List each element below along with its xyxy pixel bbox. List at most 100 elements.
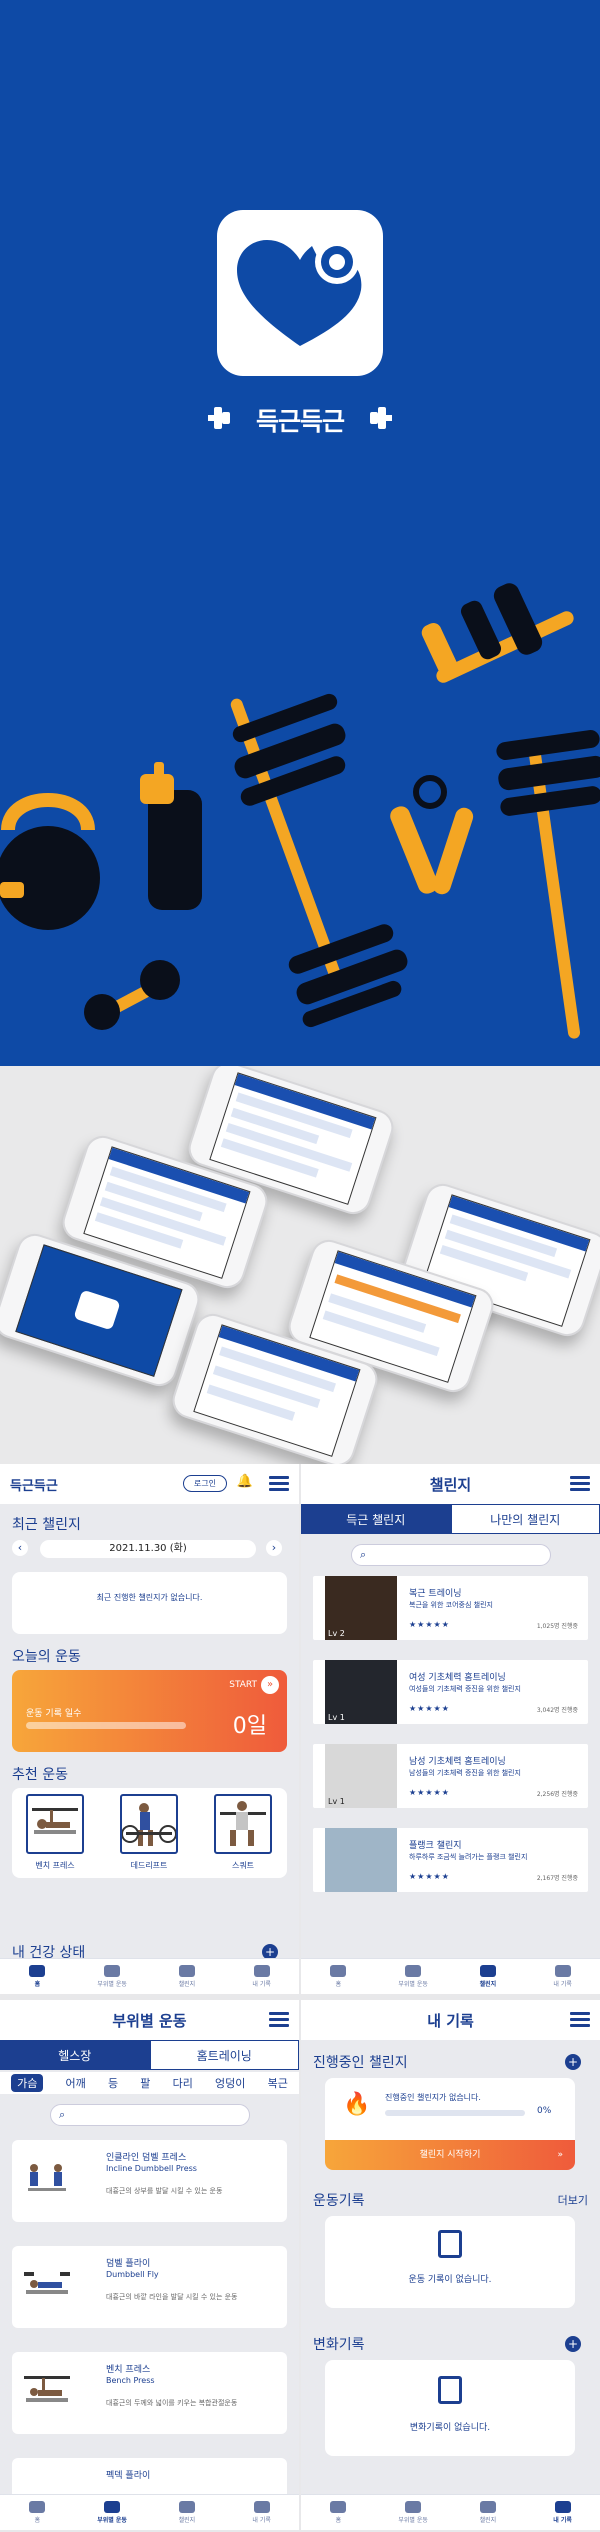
record-days-value: 0일 <box>232 1714 267 1739</box>
part-tab[interactable]: 팔 <box>140 2075 150 2091</box>
dumbbell-icon <box>104 1965 121 1977</box>
dumbbell-fly-figure-icon <box>24 2272 70 2294</box>
app-logo: 득근득근 <box>208 396 392 440</box>
exercise-screen: 부위별 운동 헬스장 홈트레이닝 가슴 어깨 등 팔 다리 엉덩이 복근 ⌕ 인… <box>0 2000 299 2530</box>
no-progress-text: 진행중인 챌린지가 없습니다. <box>385 2093 481 2102</box>
running-icon <box>479 2501 496 2513</box>
part-tab[interactable]: 가슴 <box>11 2074 44 2092</box>
exercise-row[interactable]: 벤치 프레스 Bench Press 대흉근의 두께와 넓이를 키우는 복합관절… <box>12 2352 287 2434</box>
recent-challenge-title: 최근 챌린지 <box>12 1517 81 1533</box>
clipboard-icon <box>253 1965 270 1977</box>
today-exercise-title: 오늘의 운동 <box>12 1649 81 1665</box>
challenge-row[interactable]: Lv 2 복근 트레이닝 복근을 위한 코어중심 챌린지 ★★★★★ 1,025… <box>313 1576 588 1640</box>
start-challenge-button[interactable]: 챌린지 시작하기 » <box>325 2140 575 2170</box>
challenge-row[interactable]: Lv 1 남성 기초체력 홈트레이닝 남성들의 기초체력 증진을 위한 챌린지 … <box>313 1744 588 1808</box>
menu-icon[interactable] <box>570 1476 590 1492</box>
tab-my-challenge[interactable]: 나만의 챌린지 <box>450 1504 600 1534</box>
nav-exercise[interactable]: 부위별 운동 <box>75 2495 150 2530</box>
nav-exercise[interactable]: 부위별 운동 <box>75 1959 150 1994</box>
participant-count: 2,256명 진행중 <box>536 1791 578 1798</box>
add-challenge-icon[interactable]: + <box>565 2054 581 2070</box>
search-input[interactable]: ⌕ <box>50 2104 250 2126</box>
part-tab[interactable]: 다리 <box>173 2075 193 2091</box>
nav-records[interactable]: 내 기록 <box>525 1959 600 1994</box>
menu-icon[interactable] <box>269 1476 289 1492</box>
change-record-title: 변화기록 <box>313 2337 365 2353</box>
rating-stars: ★★★★★ <box>409 1704 450 1713</box>
prev-date-icon[interactable]: ‹ <box>12 1540 28 1556</box>
nav-label: 내 기록 <box>252 1981 271 1988</box>
bench-press-figure-icon <box>32 1808 78 1834</box>
part-tab[interactable]: 등 <box>108 2075 118 2091</box>
screens-grid: 득근득근 로그인 🔔 최근 챌린지 ‹ 2021.11.30 (화) › 최근 … <box>0 1464 600 2532</box>
nav-label: 내 기록 <box>553 2517 572 2524</box>
today-exercise-card[interactable]: START » 운동 기록 일수 0일 <box>12 1670 287 1752</box>
challenge-name: 남성 기초체력 홈트레이닝 <box>409 1757 506 1767</box>
flame-icon: 🔥 <box>343 2092 371 2117</box>
nav-challenge[interactable]: 챌린지 <box>451 2495 526 2530</box>
menu-icon[interactable] <box>570 2012 590 2028</box>
home-header: 득근득근 로그인 🔔 <box>0 1464 299 1504</box>
challenge-row[interactable]: Lv 1 여성 기초체력 홈트레이닝 여성들의 기초체력 증진을 위한 챌린지 … <box>313 1660 588 1724</box>
nav-records[interactable]: 내 기록 <box>224 1959 299 1994</box>
nav-challenge[interactable]: 챌린지 <box>150 1959 225 1994</box>
challenge-desc: 하루하루 조금씩 늘려가는 플랭크 챌린지 <box>409 1853 528 1861</box>
login-button[interactable]: 로그인 <box>182 1475 227 1492</box>
exercise-tabs: 헬스장 홈트레이닝 <box>0 2040 299 2070</box>
bottom-nav: 홈 부위별 운동 챌린지 내 기록 <box>301 1958 600 1994</box>
nav-home[interactable]: 홈 <box>301 2495 376 2530</box>
deadlift-image[interactable] <box>120 1794 178 1854</box>
exercise-desc: 대흉근의 상부를 발달 시킬 수 있는 운동 <box>106 2187 223 2195</box>
nav-home[interactable]: 홈 <box>301 1959 376 1994</box>
hero-banner: 득근득근 <box>0 0 600 1066</box>
no-challenge-text: 최근 진행한 챌린지가 없습니다. <box>96 1593 203 1602</box>
exercise-row[interactable]: 인클라인 덤벨 프레스 Incline Dumbbell Press 대흉근의 … <box>12 2140 287 2222</box>
challenge-header: 챌린지 <box>301 1464 600 1504</box>
nav-challenge[interactable]: 챌린지 <box>451 1959 526 1994</box>
bottom-nav: 홈 부위별 운동 챌린지 내 기록 <box>0 1958 299 1994</box>
nav-exercise[interactable]: 부위별 운동 <box>376 1959 451 1994</box>
bell-icon[interactable]: 🔔 <box>237 1474 253 1489</box>
home-screen: 득근득근 로그인 🔔 최근 챌린지 ‹ 2021.11.30 (화) › 최근 … <box>0 1464 299 1994</box>
nav-home[interactable]: 홈 <box>0 1959 75 1994</box>
next-date-icon[interactable]: › <box>266 1540 282 1556</box>
challenge-row[interactable]: 플랭크 챌린지 하루하루 조금씩 늘려가는 플랭크 챌린지 ★★★★★ 2,16… <box>313 1828 588 1892</box>
nav-records[interactable]: 내 기록 <box>224 2495 299 2530</box>
bench-press-image[interactable] <box>26 1794 84 1854</box>
search-icon: ⌕ <box>59 2108 66 2121</box>
challenge-progress-bar <box>385 2110 525 2116</box>
records-header: 내 기록 <box>301 2000 600 2040</box>
tab-home-training[interactable]: 홈트레이닝 <box>149 2040 299 2070</box>
nav-home[interactable]: 홈 <box>0 2495 75 2530</box>
start-arrow-icon[interactable]: » <box>261 1676 279 1694</box>
nav-challenge[interactable]: 챌린지 <box>150 2495 225 2530</box>
challenge-screen: 챌린지 득근 챌린지 나만의 챌린지 ⌕ Lv 2 복근 트레이닝 복근을 위한… <box>301 1464 600 1994</box>
more-link[interactable]: 더보기 <box>558 2192 588 2208</box>
part-tab[interactable]: 엉덩이 <box>215 2075 245 2091</box>
exercise-name: 펙덱 플라이 <box>106 2471 151 2481</box>
exercise-row[interactable]: 덤벨 플라이 Dumbbell Fly 대흉근의 바깥 라인을 발달 시킬 수 … <box>12 2246 287 2328</box>
nav-label: 홈 <box>34 2517 41 2524</box>
nav-exercise[interactable]: 부위별 운동 <box>376 2495 451 2530</box>
challenge-image: Lv 1 <box>325 1744 397 1808</box>
part-tab[interactable]: 복근 <box>268 2075 288 2091</box>
exercise-record-card: 운동 기록이 없습니다. <box>325 2216 575 2308</box>
tab-deukgeun-challenge[interactable]: 득근 챌린지 <box>301 1504 451 1534</box>
squat-image[interactable] <box>214 1794 272 1854</box>
nav-records[interactable]: 내 기록 <box>525 2495 600 2530</box>
change-record-card: 변화기록이 없습니다. <box>325 2360 575 2456</box>
recommend-title: 추천 운동 <box>12 1767 68 1783</box>
tab-gym[interactable]: 헬스장 <box>0 2040 150 2070</box>
challenge-level: Lv 1 <box>328 1713 345 1722</box>
add-change-icon[interactable]: + <box>565 2336 581 2352</box>
part-tab[interactable]: 어깨 <box>66 2075 86 2091</box>
document-icon <box>438 2230 462 2258</box>
exercise-desc: 대흉근의 두께와 넓이를 키우는 복합관절운동 <box>106 2399 238 2407</box>
search-input[interactable]: ⌕ <box>351 1544 551 1566</box>
menu-icon[interactable] <box>269 2012 289 2028</box>
record-days-progress <box>26 1722 186 1729</box>
start-challenge-label: 챌린지 시작하기 <box>419 2150 481 2160</box>
nav-label: 챌린지 <box>178 1981 196 1988</box>
rating-stars: ★★★★★ <box>409 1620 450 1629</box>
recommend-card: 벤치 프레스 데드리프트 스쿼트 <box>12 1788 287 1878</box>
